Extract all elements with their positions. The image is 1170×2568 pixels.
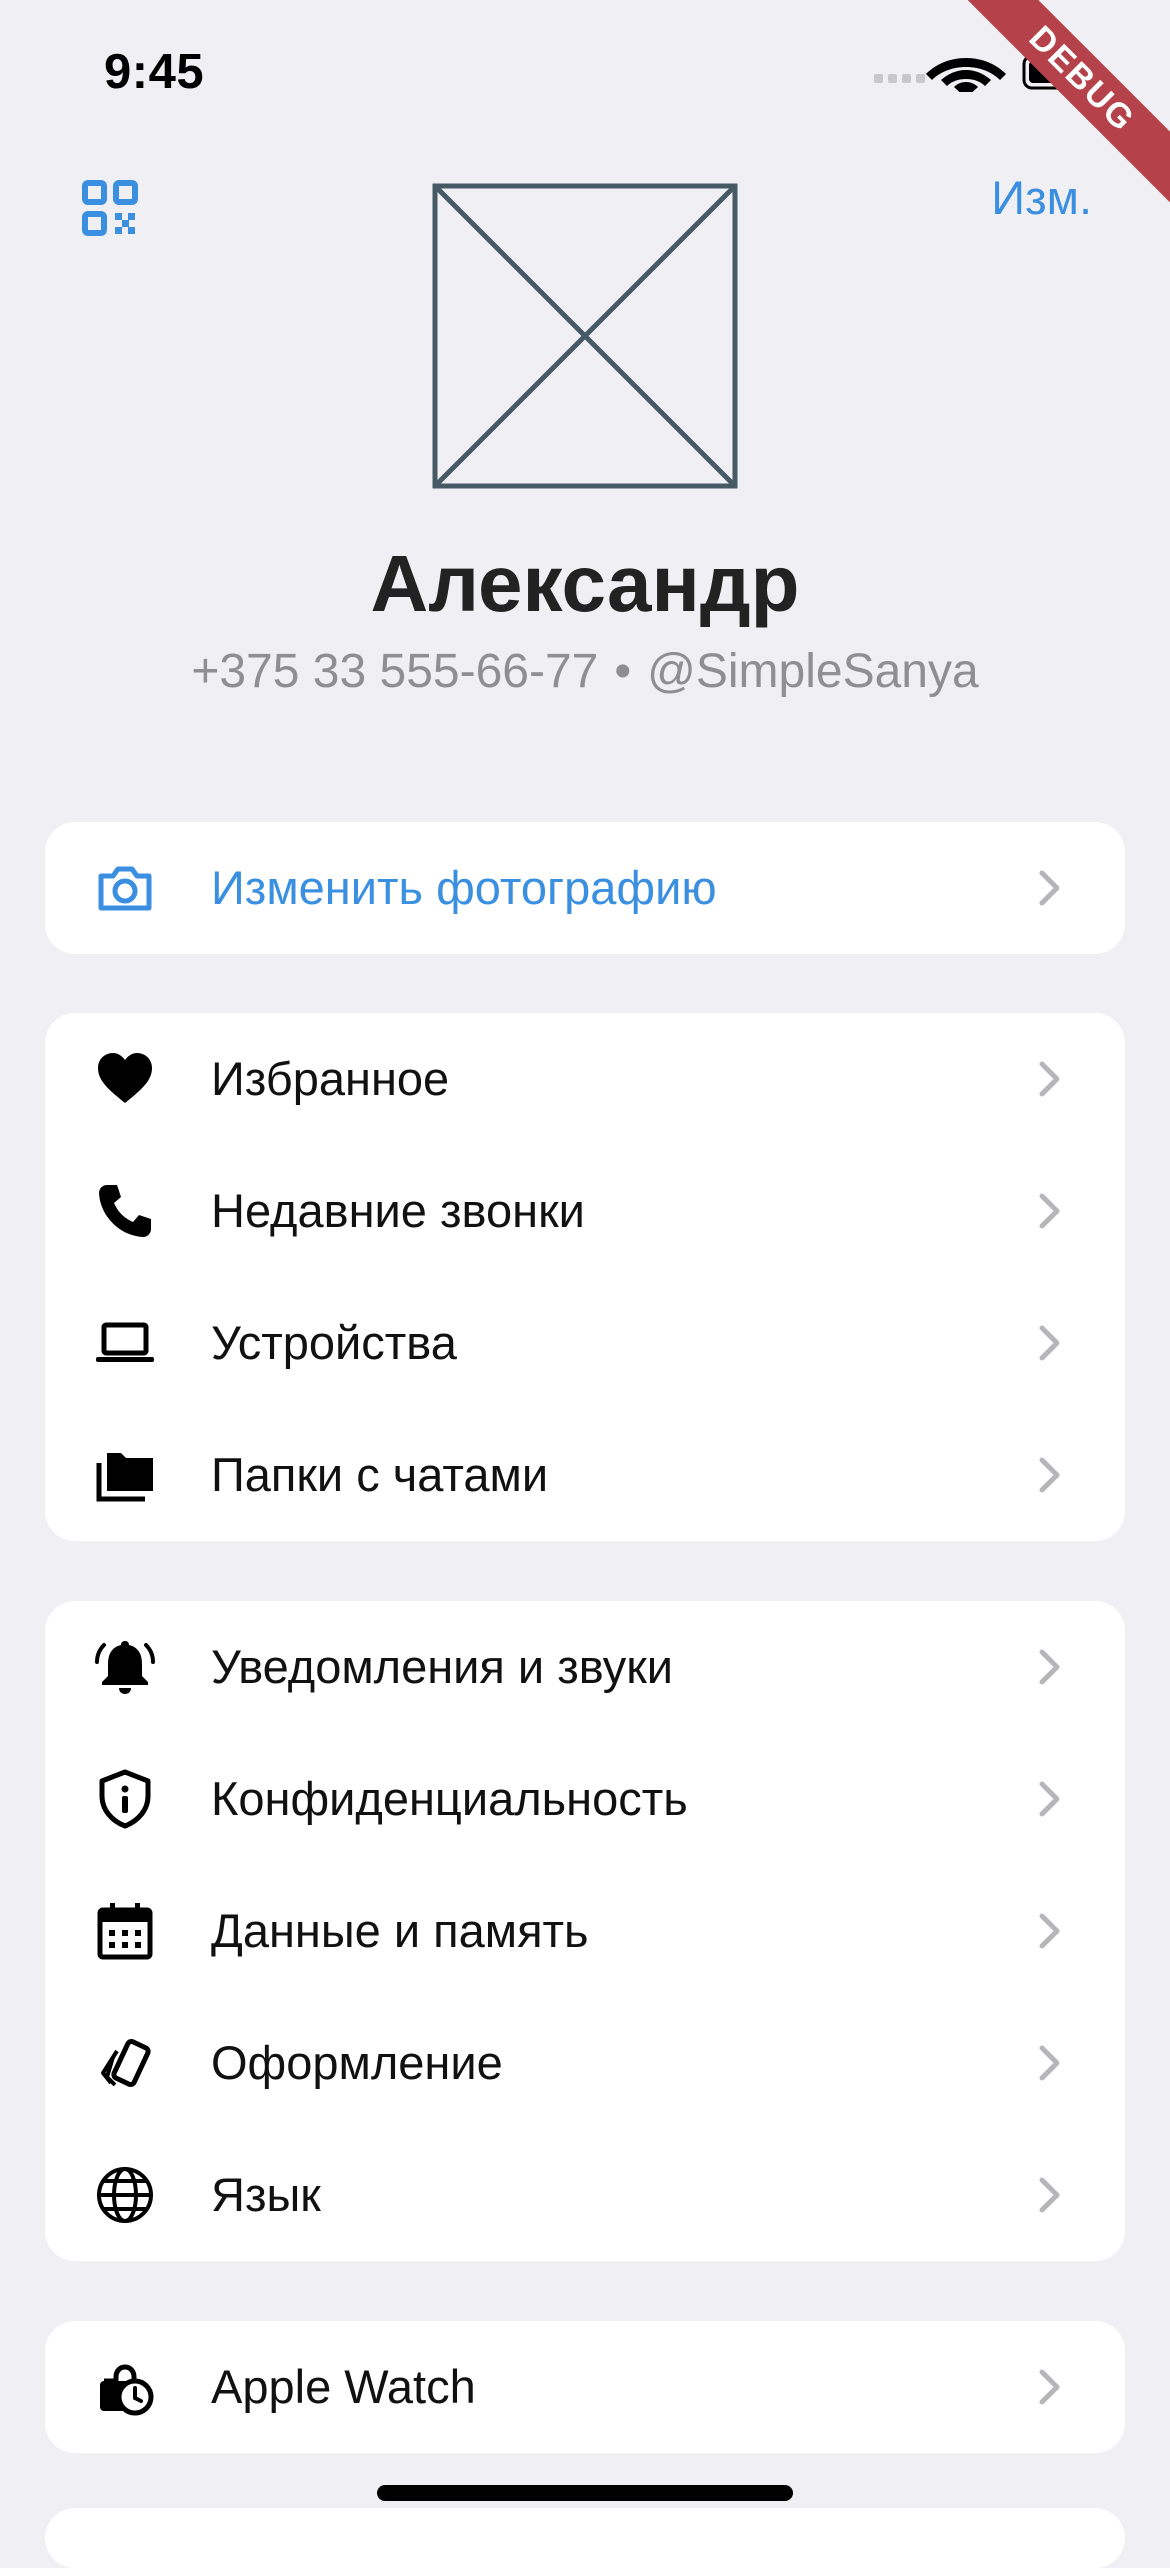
image-placeholder-icon xyxy=(432,183,738,489)
laptop-icon xyxy=(96,1322,154,1362)
row-label: Apple Watch xyxy=(211,2360,476,2413)
row-label: Данные и память xyxy=(211,1904,589,1957)
settings-group-main: Избранное Недавние звонки Устройства Пап… xyxy=(45,1013,1125,1541)
row-label: Оформление xyxy=(211,2036,503,2089)
row-privacy[interactable]: Конфиденциальность xyxy=(45,1733,1125,1865)
watch-icon xyxy=(100,2364,154,2416)
heart-icon xyxy=(98,1053,152,1103)
row-recent-calls[interactable]: Недавние звонки xyxy=(45,1145,1125,1277)
row-label: Устройства xyxy=(211,1316,457,1369)
separator-dot: • xyxy=(614,645,632,698)
settings-group-preferences: Уведомления и звуки Конфиденциальность Д… xyxy=(45,1601,1125,2261)
settings-group-next xyxy=(45,2508,1125,2568)
row-label: Изменить фотографию xyxy=(211,861,717,914)
phone-icon xyxy=(99,1185,151,1237)
chevron-right-icon xyxy=(1039,1913,1060,1949)
settings-group-watch: Apple Watch xyxy=(45,2321,1125,2453)
chevron-right-icon xyxy=(1039,1457,1060,1493)
chevron-right-icon xyxy=(1039,2045,1060,2081)
row-appearance[interactable]: Оформление xyxy=(45,1997,1125,2129)
row-label: Недавние звонки xyxy=(211,1184,585,1237)
shield-info-icon xyxy=(99,1769,151,1829)
row-data-storage[interactable]: Данные и память xyxy=(45,1865,1125,1997)
row-apple-watch[interactable]: Apple Watch xyxy=(45,2321,1125,2453)
settings-group-photo: Изменить фотографию xyxy=(45,822,1125,954)
edit-button[interactable]: Изм. xyxy=(991,170,1092,225)
appearance-icon xyxy=(101,2039,151,2087)
row-language[interactable]: Язык xyxy=(45,2129,1125,2261)
chevron-right-icon xyxy=(1039,1781,1060,1817)
bell-icon xyxy=(95,1641,155,1694)
profile-username: @SimpleSanya xyxy=(647,645,979,698)
camera-icon xyxy=(98,866,152,911)
chevron-right-icon xyxy=(1039,2177,1060,2213)
profile-subtitle: +375 33 555-66-77 • @SimpleSanya xyxy=(0,644,1170,699)
cellular-signal-icon xyxy=(874,74,925,83)
chevron-right-icon xyxy=(1039,1193,1060,1229)
chevron-right-icon xyxy=(1039,870,1060,906)
row-label: Уведомления и звуки xyxy=(211,1640,674,1693)
profile-phone: +375 33 555-66-77 xyxy=(191,645,599,698)
row-chat-folders[interactable]: Папки с чатами xyxy=(45,1409,1125,1541)
calendar-icon xyxy=(97,1903,153,1960)
row-devices[interactable]: Устройства xyxy=(45,1277,1125,1409)
row-favorites[interactable]: Избранное xyxy=(45,1013,1125,1145)
row-change-photo[interactable]: Изменить фотографию xyxy=(45,822,1125,954)
chevron-right-icon xyxy=(1039,1649,1060,1685)
home-indicator[interactable] xyxy=(377,2485,793,2501)
wifi-icon xyxy=(926,58,1006,98)
status-time: 9:45 xyxy=(104,45,205,99)
chevron-right-icon xyxy=(1039,2369,1060,2405)
row-notifications[interactable]: Уведомления и звуки xyxy=(45,1601,1125,1733)
row-label: Папки с чатами xyxy=(211,1448,549,1501)
row-label: Язык xyxy=(211,2168,321,2221)
chevron-right-icon xyxy=(1039,1325,1060,1361)
profile-name: Александр xyxy=(370,539,800,628)
globe-icon xyxy=(97,2167,153,2223)
row-label: Избранное xyxy=(211,1052,450,1105)
avatar[interactable] xyxy=(432,183,738,489)
folders-icon xyxy=(96,1453,153,1502)
row-label: Конфиденциальность xyxy=(211,1772,688,1825)
chevron-right-icon xyxy=(1039,1061,1060,1097)
qr-code-icon[interactable] xyxy=(82,180,138,236)
